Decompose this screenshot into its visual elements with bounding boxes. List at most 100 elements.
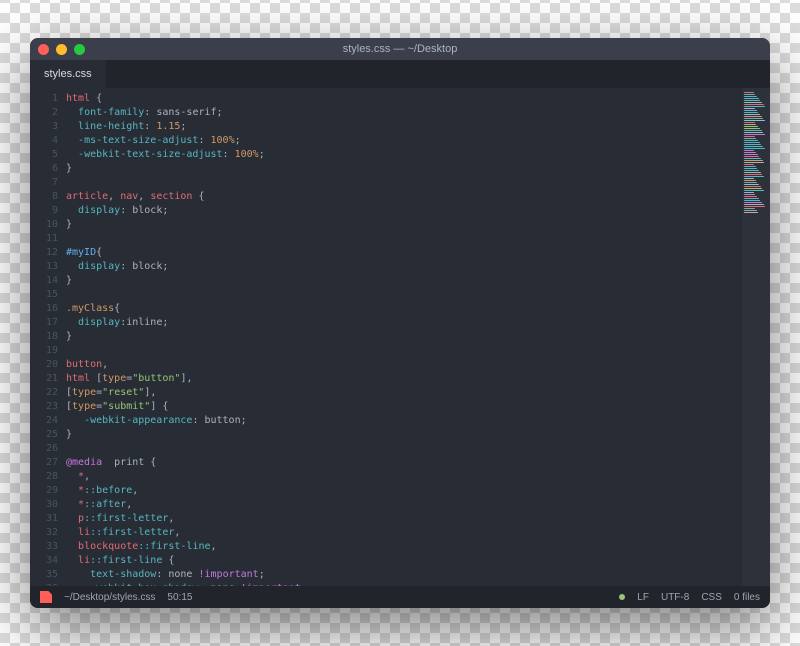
minimap-line <box>744 166 756 167</box>
minimap-line <box>744 96 757 97</box>
line-number: 26 <box>30 442 58 456</box>
code-line[interactable]: [type="submit"] { <box>66 400 742 414</box>
minimap-line <box>744 180 756 181</box>
code-line[interactable]: display: block; <box>66 204 742 218</box>
line-number: 17 <box>30 316 58 330</box>
line-number: 27 <box>30 456 58 470</box>
code-line[interactable]: display: block; <box>66 260 742 274</box>
status-files[interactable]: 0 files <box>734 592 760 603</box>
code-line[interactable]: *::after, <box>66 498 742 512</box>
code-line[interactable]: html [type="button"], <box>66 372 742 386</box>
minimize-icon[interactable] <box>56 44 67 55</box>
code-line[interactable]: @media print { <box>66 456 742 470</box>
minimap-line <box>744 152 756 153</box>
code-line[interactable]: line-height: 1.15; <box>66 120 742 134</box>
code-line[interactable]: blockquote::first-line, <box>66 540 742 554</box>
minimap-line <box>744 176 764 177</box>
status-language[interactable]: CSS <box>701 592 722 603</box>
code-line[interactable]: li::first-line { <box>66 554 742 568</box>
minimap-line <box>744 210 757 211</box>
line-number: 28 <box>30 470 58 484</box>
code-line[interactable]: font-family: sans-serif; <box>66 106 742 120</box>
minimap-line <box>744 202 762 203</box>
minimap[interactable] <box>742 88 770 586</box>
minimap-line <box>744 94 755 95</box>
titlebar[interactable]: styles.css — ~/Desktop <box>30 38 770 60</box>
editor-window: styles.css — ~/Desktop styles.css 123456… <box>30 38 770 608</box>
minimap-line <box>744 186 761 187</box>
code-line[interactable]: -webkit-text-size-adjust: 100%; <box>66 148 742 162</box>
tab-styles-css[interactable]: styles.css <box>30 60 106 88</box>
line-number: 8 <box>30 190 58 204</box>
code-line[interactable]: } <box>66 162 742 176</box>
code-line[interactable]: } <box>66 428 742 442</box>
close-icon[interactable] <box>38 44 49 55</box>
line-number: 16 <box>30 302 58 316</box>
code-line[interactable] <box>66 344 742 358</box>
minimap-line <box>744 178 754 179</box>
line-gutter: 1234567891011121314151617181920212223242… <box>30 88 66 586</box>
code-line[interactable]: text-shadow: none !important; <box>66 568 742 582</box>
code-line[interactable]: button, <box>66 358 742 372</box>
line-number: 2 <box>30 106 58 120</box>
code-line[interactable]: p::first-letter, <box>66 512 742 526</box>
line-number: 20 <box>30 358 58 372</box>
minimap-line <box>744 192 754 193</box>
minimap-line <box>744 138 756 139</box>
code-line[interactable]: *, <box>66 470 742 484</box>
minimap-line <box>744 124 756 125</box>
line-number: 22 <box>30 386 58 400</box>
line-number: 34 <box>30 554 58 568</box>
code-line[interactable]: #myID{ <box>66 246 742 260</box>
code-line[interactable] <box>66 288 742 302</box>
line-number: 6 <box>30 162 58 176</box>
line-number: 29 <box>30 484 58 498</box>
line-number: 1 <box>30 92 58 106</box>
line-number: 18 <box>30 330 58 344</box>
code-line[interactable]: -ms-text-size-adjust: 100%; <box>66 134 742 148</box>
status-cursor[interactable]: 50:15 <box>167 592 192 603</box>
status-path[interactable]: ~/Desktop/styles.css <box>64 592 155 603</box>
status-bar: ~/Desktop/styles.css 50:15 LF UTF-8 CSS … <box>30 586 770 608</box>
minimap-line <box>744 208 755 209</box>
minimap-line <box>744 170 759 171</box>
status-line-ending[interactable]: LF <box>637 592 649 603</box>
code-line[interactable]: .myClass{ <box>66 302 742 316</box>
status-encoding[interactable]: UTF-8 <box>661 592 689 603</box>
minimap-line <box>744 204 764 205</box>
code-line[interactable]: } <box>66 218 742 232</box>
code-line[interactable]: li::first-letter, <box>66 526 742 540</box>
minimap-line <box>744 104 764 105</box>
minimap-line <box>744 194 755 195</box>
minimap-line <box>744 190 764 191</box>
line-number: 14 <box>30 274 58 288</box>
code-line[interactable]: } <box>66 330 742 344</box>
code-line[interactable] <box>66 442 742 456</box>
minimap-line <box>744 158 761 159</box>
code-line[interactable] <box>66 232 742 246</box>
line-number: 12 <box>30 246 58 260</box>
code-line[interactable] <box>66 176 742 190</box>
code-content[interactable]: html { font-family: sans-serif; line-hei… <box>66 88 742 586</box>
code-line[interactable]: *::before, <box>66 484 742 498</box>
minimap-line <box>744 144 761 145</box>
line-number: 7 <box>30 176 58 190</box>
minimap-line <box>744 198 759 199</box>
code-line[interactable]: html { <box>66 92 742 106</box>
tab-bar[interactable]: styles.css <box>30 60 770 88</box>
line-number: 23 <box>30 400 58 414</box>
code-line[interactable]: [type="reset"], <box>66 386 742 400</box>
minimap-line <box>744 172 761 173</box>
minimap-line <box>744 168 757 169</box>
editor-area: 1234567891011121314151617181920212223242… <box>30 88 770 586</box>
minimap-line <box>744 116 762 117</box>
code-line[interactable]: } <box>66 274 742 288</box>
minimap-line <box>744 132 763 133</box>
code-line[interactable]: article, nav, section { <box>66 190 742 204</box>
minimap-line <box>744 206 765 207</box>
minimap-line <box>744 140 758 141</box>
line-number: 24 <box>30 414 58 428</box>
code-line[interactable]: display:inline; <box>66 316 742 330</box>
code-line[interactable]: -webkit-appearance: button; <box>66 414 742 428</box>
maximize-icon[interactable] <box>74 44 85 55</box>
